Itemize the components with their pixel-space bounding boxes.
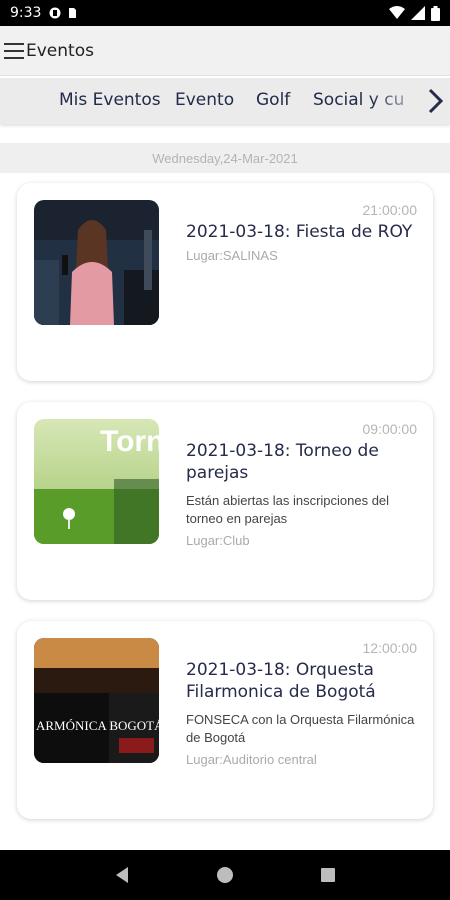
tab-golf[interactable]: Golf: [256, 90, 290, 110]
status-bar: 9:33: [0, 0, 450, 26]
sd-card-icon: [69, 8, 77, 18]
home-button[interactable]: [213, 863, 237, 887]
event-place: Lugar:SALINAS: [186, 248, 278, 263]
tab-fade: [370, 78, 430, 124]
battery-icon: [431, 5, 440, 21]
event-description: Están abiertas las inscripciones del tor…: [186, 493, 390, 526]
event-title: 2021-03-18: Fiesta de ROY: [186, 222, 413, 242]
date-header: Wednesday,24-Mar-2021: [0, 143, 450, 173]
notification-icon: [49, 7, 61, 19]
event-place: Lugar:Club: [186, 533, 250, 548]
app-bar: Eventos: [0, 26, 450, 76]
signal-icon: [411, 6, 425, 20]
back-button[interactable]: [110, 863, 134, 887]
event-time: 12:00:00: [362, 640, 418, 656]
tab-mis-eventos[interactable]: Mis Eventos: [59, 90, 161, 110]
thumb-text: Torneo parejas: [100, 425, 159, 458]
event-image: [34, 200, 159, 325]
tab-bar: Mis Eventos Evento Golf Social y cu: [0, 78, 450, 124]
event-description: FONSECA con la Orquesta Filarmónica de B…: [186, 712, 415, 745]
event-card[interactable]: 21:00:00 2021-03-18: Fiesta de ROY Lugar…: [17, 183, 433, 381]
event-card[interactable]: Torneo parejas 09:00:00 2021-03-18: Torn…: [17, 402, 433, 600]
event-place: Lugar:Auditorio central: [186, 752, 317, 767]
event-time: 09:00:00: [362, 421, 418, 437]
menu-icon[interactable]: [4, 42, 24, 59]
event-card[interactable]: ARMÓNICA BOGOTÁ 12:00:00 2021-03-18: Orq…: [17, 621, 433, 819]
back-triangle-icon: [115, 867, 128, 883]
event-image: Torneo parejas: [34, 419, 159, 544]
event-title: 2021-03-18: Torneo de parejas: [186, 441, 379, 483]
event-time: 21:00:00: [362, 202, 418, 218]
status-time: 9:33: [10, 5, 42, 21]
event-title: 2021-03-18: Orquesta Filarmonica de Bogo…: [186, 660, 376, 702]
recents-button[interactable]: [316, 863, 340, 887]
home-circle-icon: [216, 867, 233, 883]
tab-evento[interactable]: Evento: [175, 90, 234, 110]
page-title: Eventos: [26, 40, 94, 61]
thumb-text: ARMÓNICA BOGOTÁ: [36, 718, 159, 733]
chevron-right-icon[interactable]: [424, 88, 446, 114]
wifi-icon: [389, 6, 405, 19]
event-image: ARMÓNICA BOGOTÁ: [34, 638, 159, 763]
system-nav-bar: [0, 850, 450, 900]
recents-square-icon: [321, 868, 336, 882]
